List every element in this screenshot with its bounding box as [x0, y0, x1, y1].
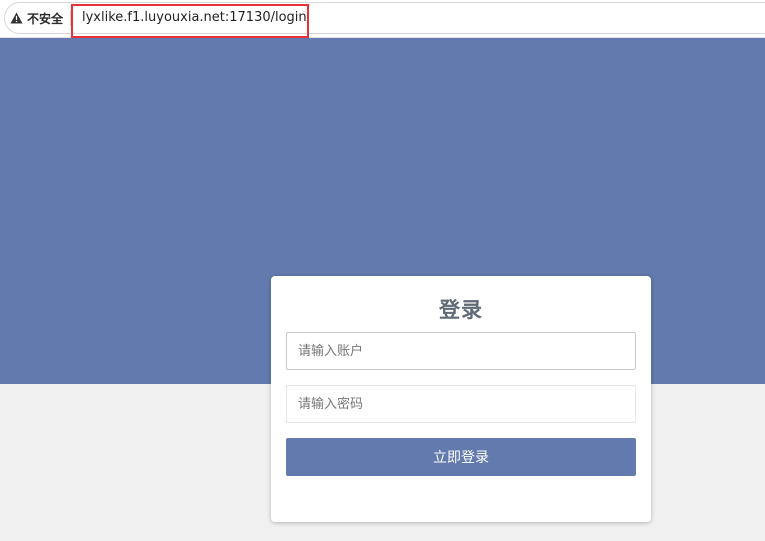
login-title: 登录: [439, 298, 483, 322]
screenshot: 不安全 lyxlike.f1.luyouxia.net:17130/login …: [0, 0, 765, 541]
password-input[interactable]: [286, 385, 636, 423]
login-card: 登录 立即登录: [271, 276, 651, 522]
account-input[interactable]: [286, 332, 636, 370]
security-label: 不安全: [27, 11, 64, 26]
warning-icon: [10, 12, 23, 24]
security-indicator[interactable]: 不安全: [10, 8, 63, 28]
url-highlight-box: [71, 4, 309, 38]
login-button[interactable]: 立即登录: [286, 438, 636, 476]
